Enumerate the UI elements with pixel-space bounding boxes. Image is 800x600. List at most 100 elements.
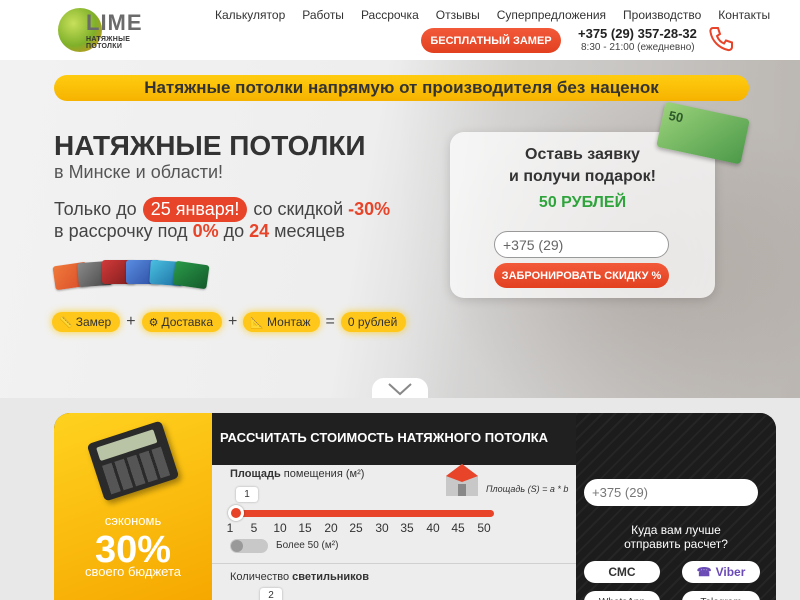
calculator-form: РАССЧИТАТЬ СТОИМОСТЬ НАТЯЖНОГО ПОТОЛКА П…: [212, 413, 576, 600]
step-measure: 📏 Замер: [52, 312, 121, 332]
card-6: [172, 260, 210, 290]
logo[interactable]: LIME НАТЯЖНЫЕ ПОТОЛКИ: [58, 6, 168, 52]
save-line1: сэкономь: [104, 513, 162, 528]
step-install-label: Монтаж: [267, 315, 311, 329]
viber-label: Viber: [715, 565, 746, 579]
scale-tick: 40: [426, 521, 440, 535]
bank-cards-image: [52, 259, 217, 300]
calculator-section: сэкономь 30% своего бюджета РАССЧИТАТЬ С…: [54, 413, 776, 600]
calc-phone-input[interactable]: +375 (29): [584, 479, 758, 506]
offer-discount: -30%: [348, 199, 391, 219]
gear-icon: ⚙: [148, 316, 159, 329]
whatsapp-button[interactable]: WhatsApp: [584, 591, 660, 600]
over-50-toggle[interactable]: [230, 539, 268, 553]
total-label: 0 рублей: [347, 315, 398, 329]
header-phone[interactable]: +375 (29) 357-28-32: [578, 26, 697, 41]
nav-calculator[interactable]: Калькулятор: [215, 8, 285, 22]
viber-button[interactable]: ☎ Viber: [682, 561, 760, 583]
hero-title: НАТЯЖНЫЕ ПОТОЛКИ: [54, 130, 366, 161]
ruler-icon: 📏: [59, 316, 73, 329]
lead-form-title-line2: и получи подарок!: [509, 168, 656, 185]
save-line3: своего бюджета: [84, 564, 182, 579]
divider: [212, 563, 576, 564]
calculator-image: [86, 420, 180, 502]
nav-installment[interactable]: Рассрочка: [361, 8, 419, 22]
installment-suffix: месяцев: [274, 221, 345, 241]
viber-icon: ☎: [696, 565, 712, 579]
hero-banner: Натяжные потолки напрямую от производите…: [54, 75, 749, 101]
over-50-label: Более 50 (м²): [276, 540, 339, 551]
scale-tick: 50: [477, 521, 491, 535]
logo-subtitle: НАТЯЖНЫЕ ПОТОЛКИ: [86, 36, 131, 50]
site-header: LIME НАТЯЖНЫЕ ПОТОЛКИ Калькулятор Работы…: [0, 0, 800, 60]
scale-tick: 15: [298, 521, 312, 535]
house-icon: [446, 464, 478, 496]
angle-icon: 📐: [250, 316, 265, 329]
plus-sign: +: [126, 313, 136, 330]
scale-tick: 30: [375, 521, 389, 535]
send-question: Куда вам лучше отправить расчет?: [576, 523, 776, 551]
sms-button[interactable]: СМС: [584, 561, 660, 583]
area-label: Площадь помещения (м²): [230, 468, 364, 480]
installment-mid: до: [223, 221, 245, 241]
logo-word: LIME: [86, 10, 143, 35]
installment-prefix: в рассрочку под: [54, 221, 188, 241]
contact-panel: +375 (29) Куда вам лучше отправить расче…: [576, 413, 776, 600]
savings-panel: сэкономь 30% своего бюджета: [54, 413, 212, 600]
step-measure-label: Замер: [75, 315, 112, 329]
nav-super-offers[interactable]: Суперпредложения: [497, 8, 606, 22]
step-delivery: ⚙ Доставка: [141, 312, 222, 332]
hero-section: Натяжные потолки напрямую от производите…: [0, 60, 800, 398]
main-nav: Калькулятор Работы Рассрочка Отзывы Супе…: [215, 8, 787, 22]
free-measure-button[interactable]: БЕСПЛАТНЫЙ ЗАМЕР: [421, 28, 561, 53]
step-install: 📐 Монтаж: [243, 312, 320, 332]
installment-offer: в рассрочку под 0% до 24 месяцев: [54, 221, 345, 242]
area-scale: 1 5 10 15 20 25 30 35 40 45 50: [226, 521, 508, 535]
scale-tick: 35: [400, 521, 414, 535]
offer-mid: со скидкой: [253, 199, 344, 219]
steps-row: 📏 Замер + ⚙ Доставка + 📐 Монтаж = 0 рубл…: [52, 312, 407, 332]
installment-rate: 0%: [192, 221, 219, 241]
lead-form: Оставь заявку и получи подарок! 50 РУБЛЕ…: [450, 132, 715, 298]
hero-subtitle: в Минске и области!: [54, 162, 224, 182]
area-formula: Площадь (S) = a * b: [486, 484, 569, 494]
area-slider-track[interactable]: [236, 510, 494, 517]
plus-sign: +: [228, 313, 238, 330]
scale-tick: 10: [273, 521, 287, 535]
lamps-label-bold: светильников: [292, 571, 369, 583]
equals-sign: =: [325, 313, 335, 330]
area-value-box[interactable]: 1: [236, 487, 258, 502]
lamps-label-prefix: Количество: [230, 571, 293, 583]
chevron-down-icon: [388, 383, 412, 396]
nav-works[interactable]: Работы: [302, 8, 344, 22]
nav-reviews[interactable]: Отзывы: [436, 8, 480, 22]
installment-months: 24: [249, 221, 270, 241]
scale-tick: 45: [451, 521, 465, 535]
calculator-heading-bar: РАССЧИТАТЬ СТОИМОСТЬ НАТЯЖНОГО ПОТОЛКА: [212, 413, 576, 465]
offer-date-badge: 25 января!: [142, 197, 248, 222]
discount-offer: Только до 25 января! со скидкой -30%: [54, 197, 390, 222]
scroll-down-button[interactable]: [372, 378, 428, 398]
offer-prefix: Только до: [54, 199, 137, 219]
book-discount-button[interactable]: ЗАБРОНИРОВАТЬ СКИДКУ %: [494, 263, 669, 288]
scale-tick: 5: [250, 521, 258, 535]
step-total: 0 рублей: [340, 312, 407, 332]
scale-tick: 20: [324, 521, 338, 535]
nav-contacts[interactable]: Контакты: [718, 8, 770, 22]
area-label-rest: помещения (м²): [280, 468, 365, 480]
step-delivery-label: Доставка: [161, 315, 213, 329]
area-slider-handle[interactable]: [228, 505, 244, 521]
lamps-value-box[interactable]: 2: [260, 588, 282, 600]
area-label-bold: Площадь: [230, 468, 281, 480]
send-question-line1: Куда вам лучше: [631, 523, 721, 537]
telegram-button[interactable]: Telegram: [682, 591, 760, 600]
calculator-heading: РАССЧИТАТЬ СТОИМОСТЬ НАТЯЖНОГО ПОТОЛКА: [220, 430, 549, 445]
phone-input[interactable]: +375 (29): [494, 231, 669, 258]
send-question-line2: отправить расчет?: [624, 537, 728, 551]
lamps-label: Количество светильников: [230, 571, 369, 583]
scale-tick: 1: [226, 521, 234, 535]
scale-tick: 25: [349, 521, 363, 535]
phone-icon[interactable]: [706, 24, 736, 54]
header-hours: 8:30 - 21:00 (ежедневно): [581, 42, 695, 53]
nav-production[interactable]: Производство: [623, 8, 701, 22]
